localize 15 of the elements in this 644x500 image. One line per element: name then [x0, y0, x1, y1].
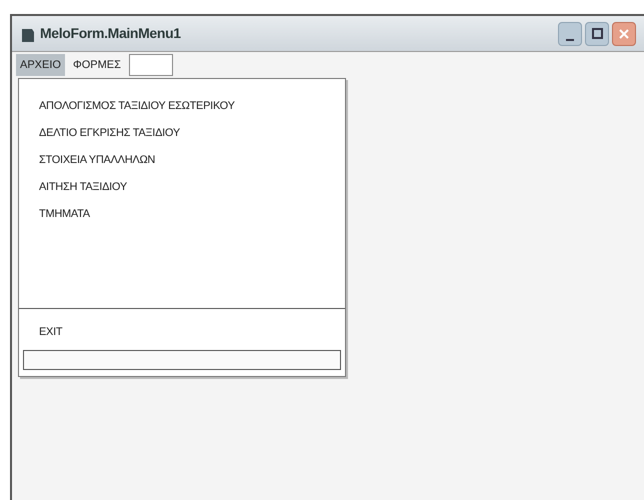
menu-item[interactable]: ΤΜΗΜΑΤΑ	[19, 201, 345, 228]
menu-bar-item[interactable]: ΑΡΧΕΙΟ	[16, 54, 65, 76]
menu-item[interactable]: EXIT	[19, 319, 345, 346]
menu-bar-item[interactable]: ΦΟΡΜΕΣ	[68, 54, 125, 76]
menu-item[interactable]: ΑΠΟΛΟΓΙΣΜΟΣ ΤΑΞΙΔΙΟΥ ΕΣΩΤΕΡΙΚΟΥ	[19, 93, 345, 120]
maximize-button[interactable]	[585, 22, 609, 46]
menu-box-item[interactable]	[23, 350, 341, 370]
menu-bar-item[interactable]	[128, 54, 173, 76]
menu-item[interactable]: ΣΤΟΙΧΕΙΑ ΥΠΑΛΛΗΛΩΝ	[19, 147, 345, 174]
close-button[interactable]	[612, 22, 636, 46]
menu-item[interactable]: ΑΙΤΗΣΗ ΤΑΞΙΔΙΟΥ	[19, 174, 345, 201]
close-icon	[618, 28, 630, 40]
menu-item[interactable]: ΔΕΛΤΙΟ ΕΓΚΡΙΣΗΣ ΤΑΞΙΔΙΟΥ	[19, 120, 345, 147]
minimize-button[interactable]	[558, 22, 582, 46]
window-title: MeloForm.MainMenu1	[40, 24, 181, 43]
